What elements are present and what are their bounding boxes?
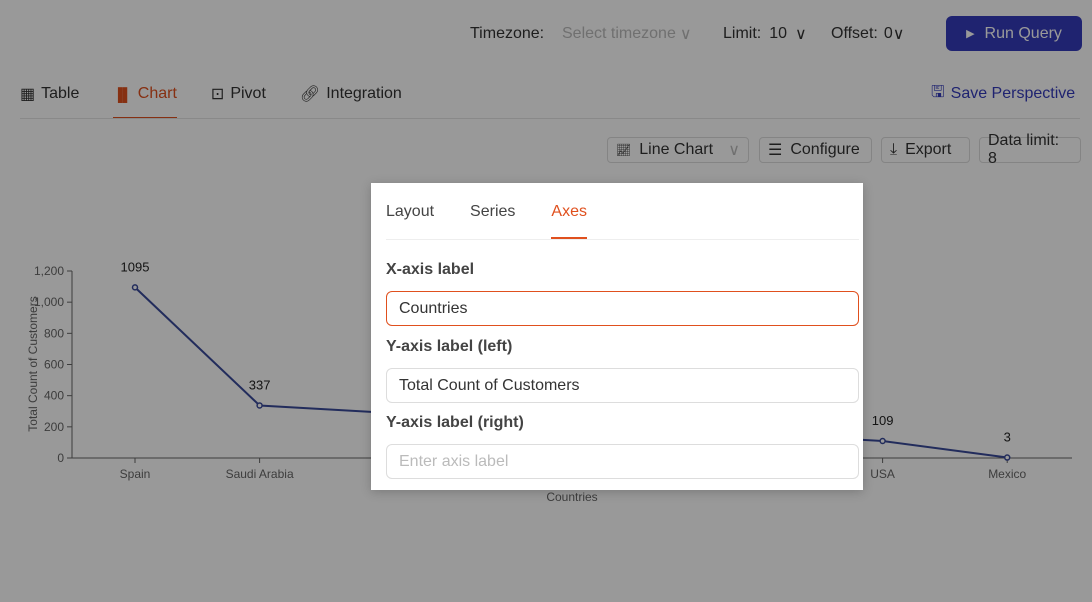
x-axis-label-input[interactable] <box>386 291 859 326</box>
y-axis-left-label-input[interactable] <box>386 368 859 403</box>
popover-tabs-divider <box>386 239 859 240</box>
configure-popover: Layout Series Axes X-axis label Y-axis l… <box>371 183 863 490</box>
y-axis-right-label-heading: Y-axis label (right) <box>386 414 524 431</box>
popover-tab-axes[interactable]: Axes <box>551 203 587 239</box>
popover-tab-series[interactable]: Series <box>470 203 515 221</box>
y-axis-right-label-input[interactable] <box>386 444 859 479</box>
y-axis-left-label-heading: Y-axis label (left) <box>386 338 513 355</box>
x-axis-label-heading: X-axis label <box>386 261 475 278</box>
popover-tab-layout[interactable]: Layout <box>386 203 434 221</box>
